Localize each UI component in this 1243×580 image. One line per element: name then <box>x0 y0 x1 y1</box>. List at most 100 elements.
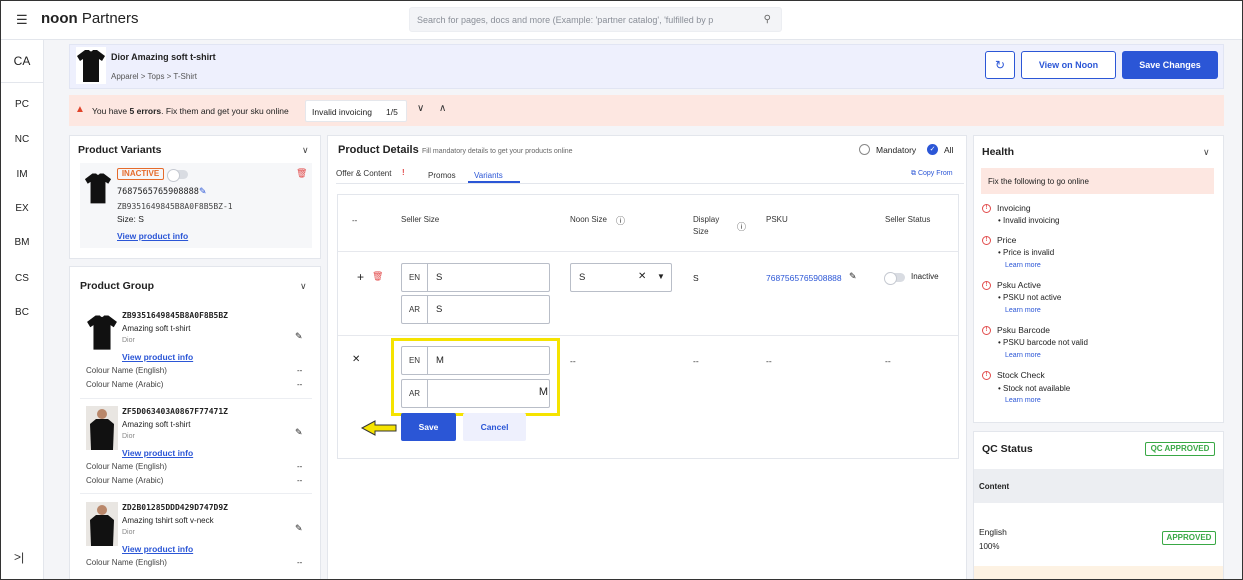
edit-icon[interactable]: ✎ <box>295 523 303 534</box>
tab-variants[interactable]: Variants <box>474 171 503 180</box>
variant-status-toggle[interactable] <box>167 169 188 182</box>
sidebar-item-ex[interactable]: EX <box>0 203 44 214</box>
tshirt-icon <box>84 173 112 204</box>
top-bar: ☰ noon Partners Search for pages, docs a… <box>0 0 1243 40</box>
health-item-title: Stock Check <box>997 370 1045 380</box>
history-icon: ↻ <box>994 58 1006 72</box>
sidebar-item-bc[interactable]: BC <box>0 307 44 318</box>
info-icon[interactable]: ⓘ <box>737 220 746 233</box>
history-button[interactable]: ↻ <box>985 51 1015 79</box>
copy-from-link[interactable]: ⧉ Copy From <box>911 170 953 178</box>
error-navigator[interactable]: Invalid invoicing 1/5 <box>305 100 407 122</box>
view-on-noon-button[interactable]: View on Noon <box>1021 51 1116 79</box>
seller-size-ar-field[interactable]: AR S <box>401 295 550 324</box>
edit-icon[interactable]: ✎ <box>295 331 303 342</box>
collapse-sidebar-icon[interactable]: >| <box>14 550 24 564</box>
health-item-detail: • PSKU barcode not valid <box>998 338 1088 347</box>
colour-name-arabic-label: Colour Name (Arabic) <box>86 380 164 389</box>
chevron-down-icon[interactable]: ∨ <box>1203 147 1210 158</box>
variant-thumbnail <box>84 169 112 207</box>
learn-more-link[interactable]: Learn more <box>1005 307 1041 314</box>
group-item-brand: Dior <box>122 529 135 536</box>
tab-offer-content[interactable]: Offer & Content <box>336 169 391 178</box>
edit-psku-icon[interactable]: ✎ <box>849 271 857 282</box>
error-icon: ! <box>982 204 991 213</box>
qc-language: English <box>979 527 1007 537</box>
copy-icon: ⧉ <box>911 170 916 177</box>
health-item-detail: • Stock not available <box>998 384 1071 393</box>
product-variants-title: Product Variants <box>78 144 162 156</box>
dropdown-caret-icon[interactable]: ▼ <box>657 272 665 281</box>
brand-logo[interactable]: noon Partners <box>41 10 139 27</box>
seller-status-toggle[interactable] <box>884 272 905 285</box>
view-product-info-link[interactable]: View product info <box>122 352 193 362</box>
lang-ar-label: AR <box>402 296 428 323</box>
previous-error-icon[interactable]: ∧ <box>439 103 446 114</box>
column-header-empty: -- <box>352 216 358 225</box>
hamburger-icon[interactable]: ☰ <box>16 12 28 28</box>
close-icon[interactable]: ✕ <box>352 354 360 365</box>
seller-size-en-value: S <box>436 272 443 283</box>
seller-status-label: Inactive <box>911 272 939 281</box>
health-item-title: Psku Barcode <box>997 325 1050 335</box>
content-header <box>974 469 1223 503</box>
mandatory-label: Mandatory <box>876 145 917 155</box>
product-details-subtitle: Fill mandatory details to get your produ… <box>422 148 573 155</box>
fix-banner-text: Fix the following to go online <box>988 177 1089 186</box>
save-changes-button[interactable]: Save Changes <box>1122 51 1218 79</box>
sidebar-item-bm[interactable]: BM <box>0 237 44 248</box>
group-item-thumbnail <box>86 502 118 546</box>
sidebar-item-pc[interactable]: PC <box>0 99 44 110</box>
row-divider <box>338 251 958 252</box>
chevron-down-icon[interactable]: ∨ <box>300 281 307 292</box>
qc-status-title: QC Status <box>982 443 1033 455</box>
tab-promos[interactable]: Promos <box>428 171 456 180</box>
breadcrumb[interactable]: Apparel > Tops > T-Shirt <box>111 72 197 81</box>
chevron-down-icon[interactable]: ∨ <box>302 145 309 156</box>
cancel-button[interactable]: Cancel <box>463 413 526 441</box>
search-icon[interactable]: ⚲ <box>764 14 771 25</box>
product-thumbnail <box>76 47 106 84</box>
delete-variant-icon[interactable]: 🗑 <box>296 168 307 179</box>
status-badge: INACTIVE <box>117 168 164 180</box>
group-item-thumbnail <box>86 311 118 353</box>
noon-size-select[interactable]: S ✕ ▼ <box>570 263 672 292</box>
sidebar-item-cs[interactable]: CS <box>0 273 44 284</box>
next-error-icon[interactable]: ∨ <box>417 103 424 114</box>
lang-en-label: EN <box>402 264 428 291</box>
sidebar-item-nc[interactable]: NC <box>0 134 44 145</box>
column-header-seller-size: Seller Size <box>401 215 440 224</box>
learn-more-link[interactable]: Learn more <box>1005 262 1041 269</box>
group-item-thumbnail <box>86 406 118 450</box>
colour-name-arabic-value: -- <box>297 380 303 389</box>
all-radio-checked-icon[interactable]: ✓ <box>927 144 938 155</box>
view-product-info-link[interactable]: View product info <box>117 231 188 241</box>
noon-size-value: S <box>579 272 586 283</box>
learn-more-link[interactable]: Learn more <box>1005 397 1041 404</box>
info-icon[interactable]: ⓘ <box>616 214 625 227</box>
search-placeholder: Search for pages, docs and more (Example… <box>417 15 714 25</box>
psku-link[interactable]: 7687565765908888 <box>766 273 842 283</box>
search-input[interactable]: Search for pages, docs and more (Example… <box>409 7 782 32</box>
add-icon[interactable]: + <box>357 270 364 284</box>
clear-icon[interactable]: ✕ <box>638 271 646 282</box>
current-error-label: Invalid invoicing <box>312 107 373 117</box>
sidebar-item-im[interactable]: IM <box>0 169 44 180</box>
sidebar-item-ca[interactable]: CA <box>0 54 44 68</box>
edit-barcode-icon[interactable]: ✎ <box>199 186 207 197</box>
edit-icon[interactable]: ✎ <box>295 427 303 438</box>
delete-row-icon[interactable]: 🗑 <box>372 271 383 282</box>
learn-more-link[interactable]: Learn more <box>1005 352 1041 359</box>
health-item-detail: • PSKU not active <box>998 293 1062 302</box>
view-product-info-link[interactable]: View product info <box>122 544 193 554</box>
seller-size-en-field[interactable]: EN S <box>401 263 550 292</box>
mandatory-radio[interactable] <box>859 144 870 155</box>
tshirt-icon <box>77 50 105 82</box>
save-button[interactable]: Save <box>401 413 456 441</box>
health-item-title: Invoicing <box>997 203 1031 213</box>
model-photo-icon <box>90 409 114 450</box>
qc-percent: 100% <box>979 542 1000 551</box>
group-item-name: Amazing soft t-shirt <box>122 324 191 333</box>
error-message: You have 5 errors. Fix them and get your… <box>92 106 289 116</box>
view-product-info-link[interactable]: View product info <box>122 448 193 458</box>
